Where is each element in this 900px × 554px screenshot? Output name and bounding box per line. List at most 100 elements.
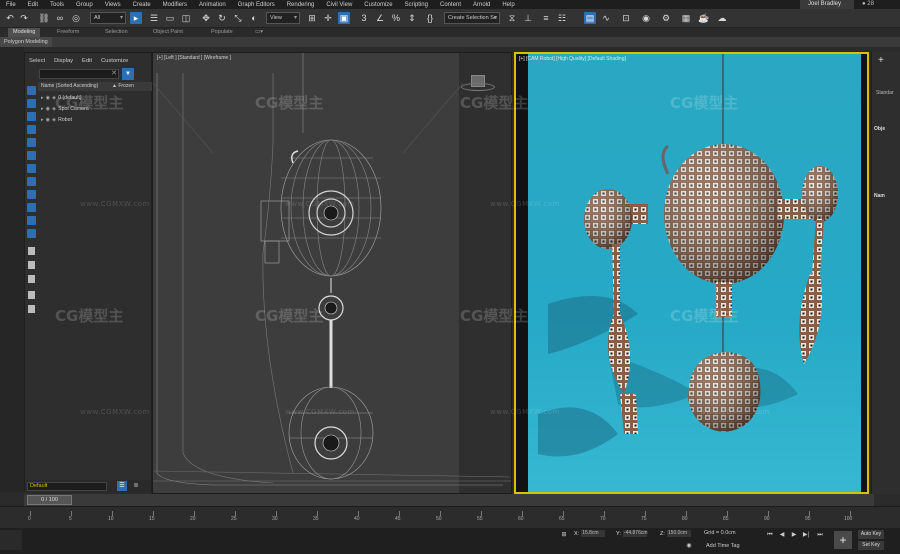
- tab-populate[interactable]: Populate: [206, 28, 238, 37]
- menu-create[interactable]: Create: [133, 2, 151, 8]
- menu-group[interactable]: Group: [76, 2, 93, 8]
- viewport-camera-rendered[interactable]: [+] [CAM Robot] [High Quality] [Default …: [514, 52, 869, 494]
- set-key-icon[interactable]: +: [834, 531, 852, 549]
- filter-icon[interactable]: ▼: [122, 68, 134, 80]
- filter-funnel-icon[interactable]: [28, 291, 35, 299]
- menu-tools[interactable]: Tools: [50, 2, 64, 8]
- display-frozen-icon[interactable]: [27, 216, 36, 225]
- schematic-view-icon[interactable]: ⊡: [620, 12, 632, 24]
- coord-z-field[interactable]: 150.0cm: [666, 530, 691, 537]
- menu-help[interactable]: Help: [502, 2, 514, 8]
- column-name-header[interactable]: Name (Sorted Ascending): [41, 83, 98, 89]
- viewport-label-menu[interactable]: [+] [CAM Robot] [High Quality] [Default …: [519, 56, 626, 62]
- percent-snap-icon[interactable]: %: [390, 12, 402, 24]
- render-in-cloud-icon[interactable]: ☁: [716, 12, 728, 24]
- track-bar[interactable]: 0 5 10 15 20 25 30 35 40 45 50 55 60 65 …: [0, 506, 900, 528]
- create-tab-icon[interactable]: +: [878, 55, 884, 66]
- tab-modeling[interactable]: Modeling: [8, 28, 41, 37]
- selection-region-icon[interactable]: ▭: [164, 12, 176, 24]
- notification-badge[interactable]: ● 28: [862, 0, 892, 9]
- eye-icon[interactable]: ◉: [46, 117, 51, 123]
- keyboard-shortcut-override-icon[interactable]: ▣: [338, 12, 350, 24]
- display-groups-icon[interactable]: [27, 164, 36, 173]
- time-slider[interactable]: 0 / 100: [24, 494, 874, 506]
- named-selection-dropdown[interactable]: Create Selection Se: [444, 12, 500, 24]
- material-editor-icon[interactable]: ◉: [640, 12, 652, 24]
- tab-freeform[interactable]: Freeform: [52, 28, 84, 37]
- display-shapes-icon[interactable]: [27, 99, 36, 108]
- go-to-start-icon[interactable]: ⏮: [766, 531, 774, 539]
- reference-coordinate-dropdown[interactable]: View: [266, 12, 300, 24]
- rendered-frame-window-icon[interactable]: ▦: [680, 12, 692, 24]
- select-object-icon[interactable]: ▸: [130, 12, 142, 24]
- viewport-left-wireframe[interactable]: [+] [Left ] [Standard ] [Wireframe ]: [152, 52, 512, 494]
- current-layer-field[interactable]: Default: [27, 482, 107, 491]
- polygon-modeling-panel[interactable]: Polygon Modeling: [0, 37, 52, 47]
- unlink-icon[interactable]: ∞: [54, 12, 66, 24]
- menu-rendering[interactable]: Rendering: [287, 2, 315, 8]
- display-hidden-icon[interactable]: [27, 229, 36, 238]
- placement-icon[interactable]: ◐: [248, 12, 260, 24]
- name-and-color-rollout[interactable]: Nam: [874, 193, 885, 199]
- scale-icon[interactable]: ⤡: [232, 12, 244, 24]
- display-none-icon[interactable]: [28, 261, 35, 269]
- tab-selection[interactable]: Selection: [100, 28, 133, 37]
- display-all-icon[interactable]: [28, 247, 35, 255]
- coord-y-field[interactable]: -44.876cm: [622, 530, 648, 537]
- viewcube-compass-ring[interactable]: [461, 83, 495, 91]
- toggle-layer-explorer-icon[interactable]: ☷: [556, 12, 568, 24]
- auto-key-button[interactable]: Auto Key: [858, 530, 884, 539]
- time-slider-thumb[interactable]: 0 / 100: [27, 495, 72, 505]
- maxscript-listener[interactable]: [0, 530, 22, 550]
- go-to-end-icon[interactable]: ⏭: [816, 531, 824, 539]
- render-setup-icon[interactable]: ⚙: [660, 12, 672, 24]
- expand-icon[interactable]: ▸: [41, 117, 44, 123]
- next-frame-icon[interactable]: ▶|: [802, 531, 810, 539]
- lock-selection-icon[interactable]: ⊞: [560, 531, 568, 539]
- selection-filter-dropdown[interactable]: All: [90, 12, 126, 24]
- render-production-icon[interactable]: ☕: [698, 12, 710, 24]
- angle-snap-icon[interactable]: ∠: [374, 12, 386, 24]
- time-tag-icon[interactable]: ◉: [685, 542, 693, 550]
- layer-icon[interactable]: [28, 305, 35, 313]
- display-xrefs-icon[interactable]: [27, 177, 36, 186]
- menu-scripting[interactable]: Scripting: [405, 2, 428, 8]
- add-time-tag-button[interactable]: Add Time Tag: [706, 543, 740, 549]
- ribbon-options-icon[interactable]: ▭▾: [250, 28, 268, 37]
- bind-spacewarp-icon[interactable]: ◎: [70, 12, 82, 24]
- expand-icon[interactable]: ▸: [41, 95, 44, 101]
- user-account-button[interactable]: Joel Bradley: [800, 0, 854, 9]
- curve-editor-icon[interactable]: ∿: [600, 12, 612, 24]
- window-crossing-icon[interactable]: ◫: [180, 12, 192, 24]
- display-bones-icon[interactable]: [27, 190, 36, 199]
- display-containers-icon[interactable]: [27, 203, 36, 212]
- menu-views[interactable]: Views: [105, 2, 121, 8]
- mirror-icon[interactable]: ⧖: [506, 12, 518, 24]
- undo-icon[interactable]: ↶: [4, 12, 16, 24]
- tree-row-robot[interactable]: ▸ ◉ ◈ Robot: [41, 116, 72, 125]
- viewport-label-menu[interactable]: [+] [Left ] [Standard ] [Wireframe ]: [157, 55, 231, 61]
- sort-by-hierarchy-icon[interactable]: ☰: [117, 481, 127, 491]
- select-by-name-icon[interactable]: ☰: [148, 12, 160, 24]
- sort-by-layer-icon[interactable]: ≣: [131, 481, 141, 491]
- display-helpers-icon[interactable]: [27, 138, 36, 147]
- column-frozen-header[interactable]: ▲ Frozen: [112, 82, 134, 91]
- menu-modifiers[interactable]: Modifiers: [163, 2, 187, 8]
- display-cameras-icon[interactable]: [27, 125, 36, 134]
- menu-customize[interactable]: Customize: [364, 2, 392, 8]
- menu-animation[interactable]: Animation: [199, 2, 226, 8]
- set-key-button[interactable]: Set Key: [858, 541, 884, 550]
- explorer-menu-display[interactable]: Display: [54, 58, 73, 64]
- eye-icon[interactable]: ◉: [46, 106, 51, 112]
- play-icon[interactable]: ▶: [790, 531, 798, 539]
- expand-icon[interactable]: ▸: [41, 106, 44, 112]
- toggle-scene-explorer-icon[interactable]: ≡: [540, 12, 552, 24]
- explorer-search-input[interactable]: [39, 69, 119, 79]
- close-icon[interactable]: ✕: [109, 69, 119, 79]
- explorer-menu-customize[interactable]: Customize: [101, 58, 128, 64]
- standard-primitives-dropdown[interactable]: Standar: [876, 90, 894, 96]
- menu-content[interactable]: Content: [440, 2, 461, 8]
- coord-x-field[interactable]: 15.8cm: [581, 530, 606, 537]
- align-icon[interactable]: ⊥: [522, 12, 534, 24]
- display-geometry-icon[interactable]: [27, 86, 36, 95]
